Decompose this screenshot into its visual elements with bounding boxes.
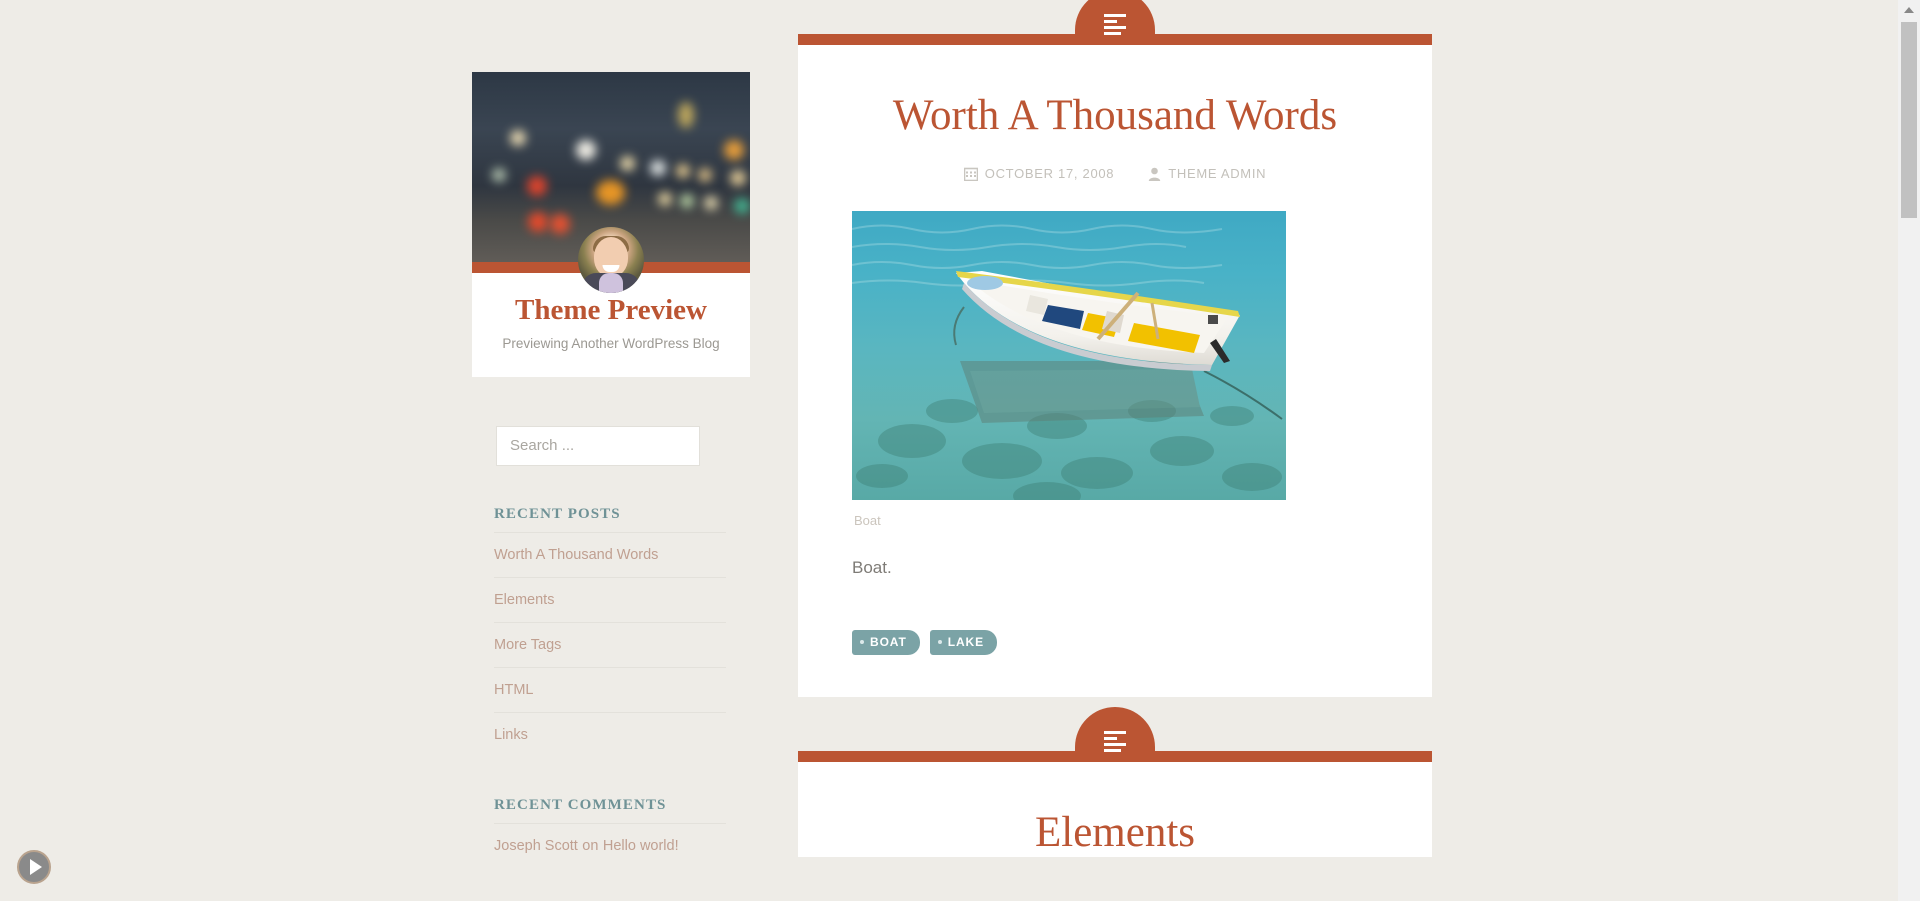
standard-post-lines-icon <box>1075 0 1155 45</box>
calendar-icon <box>963 167 978 181</box>
comment-post-link[interactable]: Hello world! <box>603 838 679 854</box>
recent-comments-widget: Recent Comments Joseph Scott on Hello wo… <box>472 797 750 868</box>
post-tags: Boat Lake <box>852 630 1378 656</box>
avatar <box>578 227 644 293</box>
page-root: Theme Preview Previewing Another WordPre… <box>0 0 1920 901</box>
recent-post-link[interactable]: Worth A Thousand Words <box>494 547 658 563</box>
post-date-label: October 17, 2008 <box>984 166 1115 182</box>
standard-post-lines-icon <box>1075 707 1155 763</box>
main-content: Worth A Thousand Words October 17, 2 <box>798 0 1432 883</box>
list-item[interactable]: Links <box>494 711 726 757</box>
list-item[interactable]: Elements <box>494 576 726 622</box>
tag-link[interactable]: Boat <box>852 630 920 656</box>
post-author-label: Theme Admin <box>1168 166 1267 182</box>
list-item[interactable]: More Tags <box>494 621 726 667</box>
recent-posts-title: Recent Posts <box>494 505 621 522</box>
recent-post-link[interactable]: Elements <box>494 592 554 608</box>
scroll-up-icon[interactable] <box>1904 7 1914 13</box>
play-triangle-icon <box>30 859 42 875</box>
post-article: Worth A Thousand Words October 17, 2 <box>798 0 1432 698</box>
search-widget <box>472 425 750 466</box>
recent-post-link[interactable]: HTML <box>494 682 533 698</box>
scrollbar-thumb[interactable] <box>1901 22 1917 218</box>
search-input[interactable] <box>496 425 700 466</box>
recent-posts-list: Worth A Thousand Words Elements More Tag… <box>494 531 726 757</box>
page-title[interactable]: Worth A Thousand Words <box>852 91 1378 140</box>
recent-comments-list: Joseph Scott on Hello world! <box>494 822 726 868</box>
post-image[interactable] <box>852 211 1286 501</box>
sidebar: Theme Preview Previewing Another WordPre… <box>472 72 750 868</box>
recent-post-link[interactable]: Links <box>494 727 528 743</box>
figure-caption: Boat <box>854 513 881 529</box>
recent-comments-title: Recent Comments <box>494 796 667 813</box>
post-meta: October 17, 2008 Theme Admin <box>852 166 1378 181</box>
post-date[interactable]: October 17, 2008 <box>963 166 1115 182</box>
play-icon[interactable] <box>17 850 51 884</box>
list-item[interactable]: HTML <box>494 666 726 712</box>
list-item[interactable]: Joseph Scott on Hello world! <box>494 822 726 868</box>
post-article: Elements <box>798 707 1432 858</box>
site-description: Previewing Another WordPress Blog <box>502 335 720 351</box>
post-author[interactable]: Theme Admin <box>1148 166 1266 181</box>
vertical-scrollbar[interactable] <box>1898 0 1920 901</box>
post-figure: Boat <box>852 211 1378 528</box>
site-identity-card: Theme Preview Previewing Another WordPre… <box>472 72 750 377</box>
page-title[interactable]: Elements <box>852 808 1378 857</box>
comment-author-link[interactable]: Joseph Scott <box>494 838 578 854</box>
site-title[interactable]: Theme Preview <box>486 294 736 327</box>
recent-post-link[interactable]: More Tags <box>494 637 561 653</box>
recent-posts-widget: Recent Posts Worth A Thousand Words Elem… <box>472 506 750 757</box>
tag-link[interactable]: Lake <box>929 630 997 656</box>
post-body: Boat. <box>852 558 892 578</box>
user-icon <box>1149 167 1161 181</box>
list-item[interactable]: Worth A Thousand Words <box>494 531 726 577</box>
comment-connector: on <box>582 837 599 854</box>
